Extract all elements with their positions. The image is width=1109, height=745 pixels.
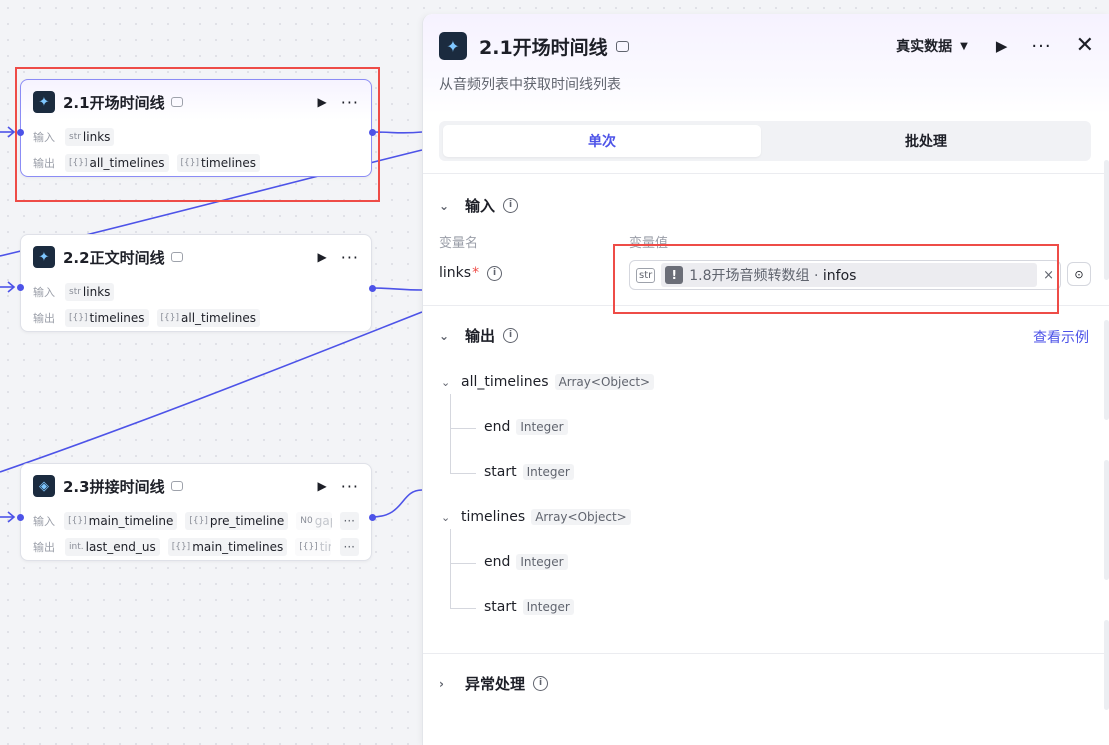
output-field[interactable]: ⌄ timelines Array<Object> bbox=[441, 509, 631, 525]
chevron-right-icon: › bbox=[439, 676, 444, 691]
caret-down-icon[interactable]: ▼ bbox=[960, 41, 968, 52]
more-button[interactable]: ··· bbox=[341, 93, 359, 112]
output-param: [{}]tim bbox=[295, 538, 332, 556]
output-param: [{}] timelines bbox=[65, 309, 149, 327]
node-logo-icon: ✦ bbox=[33, 91, 55, 113]
input-param: N0gap bbox=[296, 512, 332, 530]
node-title: 2.3拼接时间线 bbox=[63, 477, 165, 496]
run-mode-tabs: 单次 批处理 bbox=[439, 121, 1091, 161]
more-inputs-button[interactable]: ··· bbox=[339, 512, 359, 530]
code-icon bbox=[170, 97, 183, 107]
clear-icon[interactable]: × bbox=[1043, 268, 1054, 283]
output-param: int. last_end_us bbox=[65, 538, 160, 556]
tab-batch[interactable]: 批处理 bbox=[767, 125, 1085, 157]
more-button[interactable]: ··· bbox=[341, 248, 359, 267]
run-button[interactable]: ▶ bbox=[318, 95, 327, 109]
input-param: [{}] main_timeline bbox=[64, 512, 178, 530]
output-label: 输出 bbox=[33, 157, 55, 170]
input-port[interactable] bbox=[17, 284, 24, 291]
column-value-label: 变量值 bbox=[629, 236, 669, 251]
input-param: [{}] pre_timeline bbox=[185, 512, 289, 530]
output-label: 输出 bbox=[33, 312, 55, 325]
input-label: 输入 bbox=[33, 131, 55, 144]
chevron-down-icon: ⌄ bbox=[441, 375, 451, 389]
output-field[interactable]: ⌄ all_timelines Array<Object> bbox=[441, 374, 655, 390]
output-param: [{}] timelines bbox=[176, 154, 261, 172]
output-port[interactable] bbox=[369, 285, 376, 292]
panel-description: 从音频列表中获取时间线列表 bbox=[439, 77, 621, 93]
chevron-down-icon: ⌄ bbox=[441, 510, 451, 524]
output-label: 输出 bbox=[33, 541, 55, 554]
code-icon bbox=[170, 481, 183, 491]
output-subfield: start Integer bbox=[484, 464, 574, 480]
output-param: [{}] all_timelines bbox=[65, 154, 169, 172]
run-button[interactable]: ▶ bbox=[318, 479, 327, 493]
input-port[interactable] bbox=[17, 514, 24, 521]
chevron-down-icon: ⌄ bbox=[439, 198, 450, 213]
error-handling-section-header[interactable]: › 异常处理 i bbox=[439, 673, 549, 694]
data-mode-select[interactable]: 真实数据 bbox=[896, 36, 952, 56]
node-title: 2.2正文时间线 bbox=[63, 248, 165, 267]
node-2-2[interactable]: ✦ 2.2正文时间线 ▶ ··· 输入 str links 输出 [{}] time… bbox=[20, 234, 372, 332]
column-name-label: 变量名 bbox=[439, 236, 479, 251]
view-example-link[interactable]: 查看示例 bbox=[1033, 327, 1089, 347]
output-subfield: end Integer bbox=[484, 419, 568, 435]
variable-picker-icon[interactable]: ⊙ bbox=[1067, 262, 1091, 286]
code-icon bbox=[170, 252, 183, 262]
input-label: 输入 bbox=[33, 286, 55, 299]
node-logo-icon: ◈ bbox=[33, 475, 55, 497]
run-button[interactable]: ▶ bbox=[318, 250, 327, 264]
tab-single[interactable]: 单次 bbox=[443, 125, 761, 157]
output-subfield: start Integer bbox=[484, 599, 574, 615]
output-subfield: end Integer bbox=[484, 554, 568, 570]
more-outputs-button[interactable]: ··· bbox=[339, 538, 359, 556]
run-button[interactable]: ▶ bbox=[996, 37, 1008, 55]
info-icon[interactable]: i bbox=[503, 198, 519, 213]
info-icon[interactable]: i bbox=[503, 328, 519, 343]
input-section-header[interactable]: ⌄ 输入 i bbox=[439, 195, 519, 216]
input-param: str links bbox=[65, 128, 115, 146]
output-param: [{}] main_timelines bbox=[167, 538, 288, 556]
adjacent-panel-edge bbox=[1104, 160, 1109, 280]
warning-icon: ! bbox=[665, 266, 684, 284]
chevron-down-icon: ⌄ bbox=[439, 328, 450, 343]
panel-title: 2.1开场时间线 bbox=[479, 36, 608, 59]
input-param: str links bbox=[65, 283, 115, 301]
node-2-3[interactable]: ◈ 2.3拼接时间线 ▶ ··· 输入 [{}] main_timeline [{… bbox=[20, 463, 372, 561]
code-icon[interactable] bbox=[615, 40, 629, 52]
output-port[interactable] bbox=[369, 129, 376, 136]
adjacent-panel-edge bbox=[1104, 620, 1109, 710]
node-2-1[interactable]: ✦ 2.1开场时间线 ▶ ··· 输入 str links 输出 [{}] all_… bbox=[20, 79, 372, 177]
info-icon[interactable]: i bbox=[533, 676, 549, 691]
node-logo-icon: ✦ bbox=[33, 246, 55, 268]
output-param: [{}] all_timelines bbox=[156, 309, 261, 327]
variable-value-input[interactable]: str ! 1.8开场音频转数组 · infos × bbox=[629, 260, 1061, 290]
reference-tag[interactable]: ! 1.8开场音频转数组 · infos bbox=[661, 263, 1038, 287]
input-port[interactable] bbox=[17, 129, 24, 136]
output-port[interactable] bbox=[369, 514, 376, 521]
output-section-header[interactable]: ⌄ 输出 i bbox=[439, 325, 519, 346]
node-logo-icon: ✦ bbox=[439, 32, 467, 60]
more-button[interactable]: ··· bbox=[341, 477, 359, 496]
adjacent-panel-edge bbox=[1104, 460, 1109, 580]
variable-name: links * i bbox=[439, 265, 503, 281]
adjacent-panel-edge bbox=[1104, 320, 1109, 420]
close-button[interactable]: ✕ bbox=[1076, 35, 1094, 57]
node-title: 2.1开场时间线 bbox=[63, 93, 165, 112]
type-badge: str bbox=[636, 267, 656, 283]
input-label: 输入 bbox=[33, 515, 55, 528]
node-detail-panel: ✦ 2.1开场时间线 真实数据 ▼ ▶ ··· ✕ 从音频列表中获取时间线列表 … bbox=[422, 14, 1109, 745]
more-button[interactable]: ··· bbox=[1031, 36, 1051, 57]
info-icon[interactable]: i bbox=[487, 265, 503, 281]
